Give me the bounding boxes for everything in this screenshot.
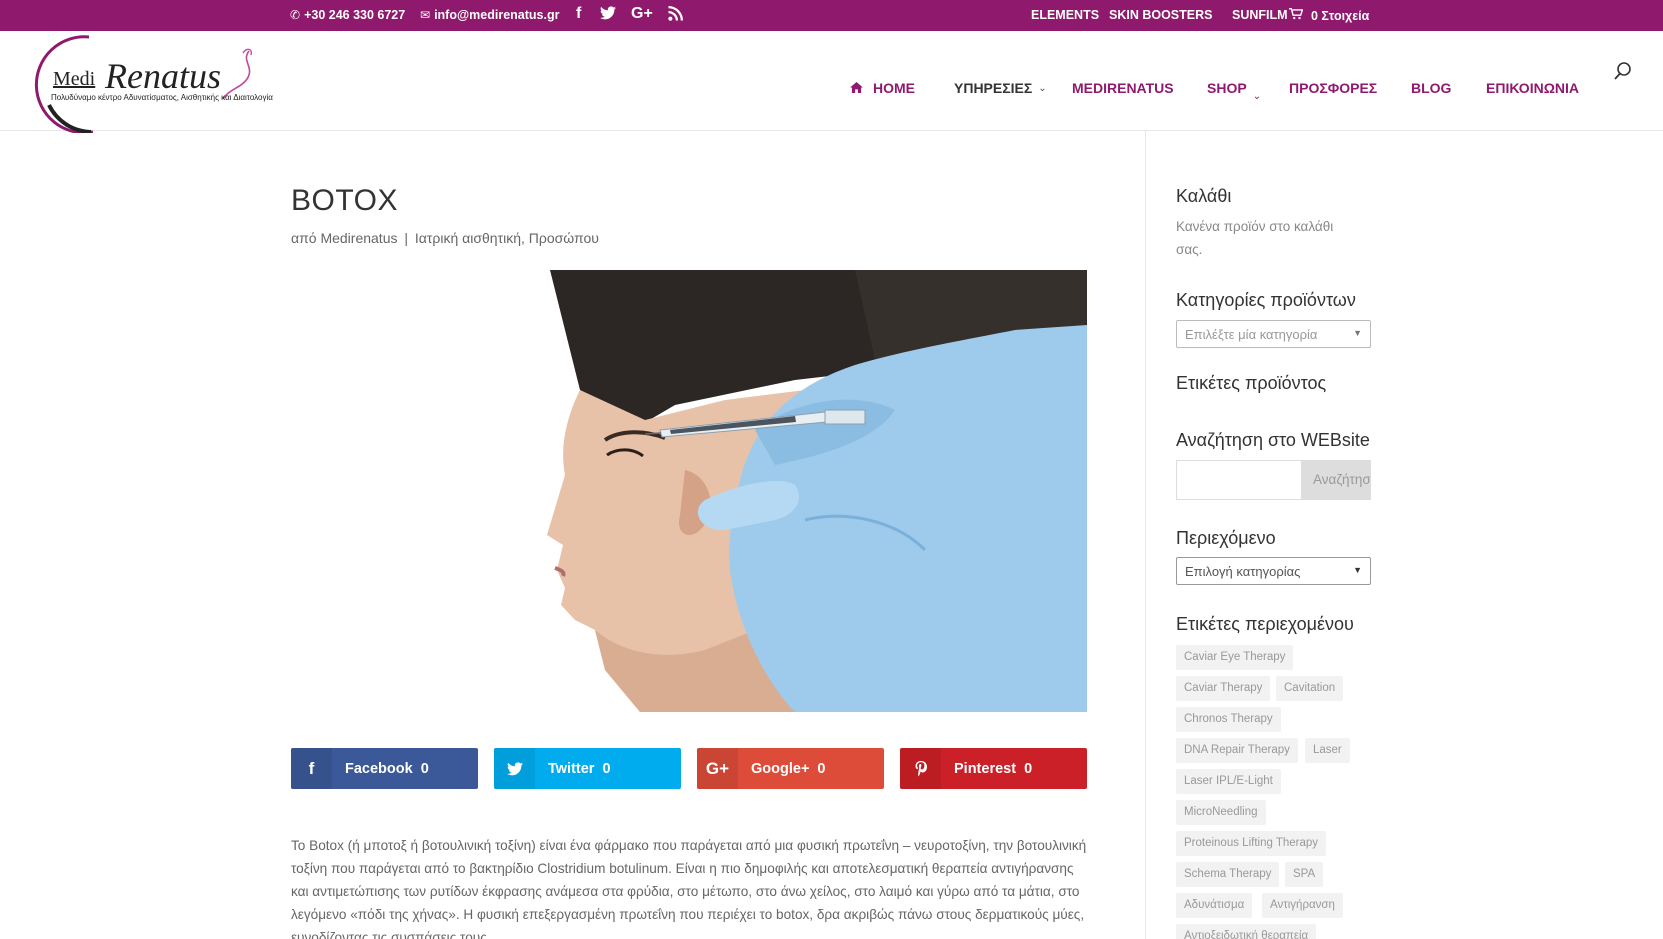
tag-link[interactable]: Αδυνάτισμα	[1176, 893, 1253, 918]
sidebar-search-input[interactable]	[1176, 460, 1302, 500]
widget-title-product-tags: Ετικέτες προϊόντος	[1176, 373, 1327, 393]
facebook-icon[interactable]: f	[576, 5, 581, 23]
post-category-link[interactable]: Ιατρική αισθητική	[415, 230, 521, 246]
topnav-elements[interactable]: ELEMENTS	[1031, 8, 1099, 22]
email-address: info@medirenatus.gr	[434, 8, 560, 22]
tag-link[interactable]: Laser IPL/E-Light	[1176, 769, 1281, 794]
share-google-plus-button[interactable]: G+ Google+ 0	[697, 748, 884, 789]
tag-link[interactable]: Laser	[1305, 738, 1350, 763]
tag-link[interactable]: Proteinous Lifting Therapy	[1176, 831, 1327, 856]
cart-icon	[1289, 8, 1304, 23]
share-twitter-button[interactable]: Twitter 0	[494, 748, 681, 789]
logo-text-medi: Medi	[53, 68, 96, 90]
twitter-icon	[494, 748, 535, 789]
cart-empty-message: Κανένα προϊόν στο καλάθι σας.	[1176, 219, 1334, 257]
content-category-select[interactable]: Επιλογή κατηγορίας ▼	[1176, 557, 1371, 585]
envelope-icon: ✉	[420, 8, 431, 22]
dropdown-arrow-icon: ▼	[1353, 328, 1362, 338]
logo-tagline: Πολυδύναμο κέντρο Αδυνατίσματος, Αισθητι…	[51, 93, 273, 102]
tag-link[interactable]: SPA	[1285, 862, 1324, 887]
pinterest-icon	[900, 748, 941, 789]
widget-title-cart: Καλάθι	[1176, 186, 1232, 206]
facebook-icon: f	[291, 748, 332, 789]
phone-number: +30 246 330 6727	[304, 8, 406, 22]
search-icon[interactable]	[1613, 61, 1635, 83]
email-link[interactable]: ✉ info@medirenatus.gr	[420, 8, 559, 22]
post-title: BOTOX	[291, 184, 398, 217]
widget-title-content: Περιεχόμενο	[1176, 528, 1276, 548]
tag-link[interactable]: Αντιοξειδωτική θεραπεία	[1176, 924, 1317, 939]
google-plus-icon[interactable]: G+	[631, 5, 653, 23]
cart-link[interactable]: 0 Στοιχεία	[1289, 8, 1369, 23]
cart-count: 0 Στοιχεία	[1311, 8, 1370, 23]
google-plus-icon: G+	[697, 748, 738, 789]
sidebar-divider	[1145, 131, 1146, 939]
site-header: Medi Renatus Πολυδύναμο κέντρο Αδυνατίσμ…	[0, 31, 1663, 135]
tag-link[interactable]: Caviar Eye Therapy	[1176, 645, 1294, 670]
tag-link[interactable]: Chronos Therapy	[1176, 707, 1281, 732]
logo-text-renatus: Renatus	[104, 56, 221, 96]
post-category-link[interactable]: Προσώπου	[529, 230, 599, 246]
topnav-skin-boosters[interactable]: SKIN BOOSTERS	[1109, 8, 1213, 22]
post-author-link[interactable]: Medirenatus	[320, 230, 397, 246]
rss-icon[interactable]	[668, 6, 683, 26]
tag-link[interactable]: DNA Repair Therapy	[1176, 738, 1298, 763]
top-bar: ✆ +30 246 330 6727 ✉ info@medirenatus.gr…	[0, 0, 1663, 31]
tag-link[interactable]: Cavitation	[1276, 676, 1344, 701]
post-body: Το Botox (ή μποτοξ ή βοτουλινική τοξίνη)…	[291, 838, 1087, 939]
site-logo[interactable]: Medi Renatus Πολυδύναμο κέντρο Αδυνατίσμ…	[33, 33, 277, 135]
nav-services[interactable]: ΥΠΗΡΕΣΙΕΣ ⌄	[954, 80, 1047, 96]
sidebar-search-button[interactable]: Αναζήτηση	[1302, 460, 1371, 500]
post-featured-image	[495, 270, 1087, 712]
topnav-sunfilm[interactable]: SUNFILM	[1232, 8, 1288, 22]
nav-contact[interactable]: ΕΠΙΚΟΙΝΩΝΙΑ	[1486, 80, 1579, 96]
dropdown-arrow-icon: ▼	[1353, 565, 1362, 575]
home-icon	[850, 80, 863, 96]
twitter-icon[interactable]	[600, 6, 616, 25]
nav-medirenatus[interactable]: MEDIRENATUS	[1072, 80, 1174, 96]
share-pinterest-button[interactable]: Pinterest 0	[900, 748, 1087, 789]
post-meta: από Medirenatus | Ιατρική αισθητική, Προ…	[291, 230, 599, 246]
nav-blog[interactable]: BLOG	[1411, 80, 1451, 96]
tag-link[interactable]: MicroNeedling	[1176, 800, 1266, 825]
phone-icon: ✆	[290, 8, 301, 22]
nav-offers[interactable]: ΠΡΟΣΦΟΡΕΣ	[1289, 80, 1377, 96]
nav-home[interactable]: HOME	[850, 80, 915, 96]
widget-title-product-categories: Κατηγορίες προϊόντων	[1176, 290, 1356, 310]
phone-link[interactable]: ✆ +30 246 330 6727	[290, 8, 405, 22]
tag-link[interactable]: Schema Therapy	[1176, 862, 1280, 887]
tag-link[interactable]: Caviar Therapy	[1176, 676, 1271, 701]
nav-shop[interactable]: SHOP ⌄	[1207, 80, 1261, 102]
chevron-down-icon: ⌄	[1038, 82, 1047, 94]
share-facebook-button[interactable]: f Facebook 0	[291, 748, 478, 789]
tag-link[interactable]: Αντιγήρανση	[1262, 893, 1343, 918]
widget-title-search: Αναζήτηση στο WEBsite	[1176, 430, 1370, 450]
product-categories-select[interactable]: Επιλέξτε μία κατηγορία ▼	[1176, 320, 1371, 348]
chevron-down-icon: ⌄	[1252, 90, 1262, 102]
widget-title-content-tags: Ετικέτες περιεχομένου	[1176, 614, 1354, 634]
